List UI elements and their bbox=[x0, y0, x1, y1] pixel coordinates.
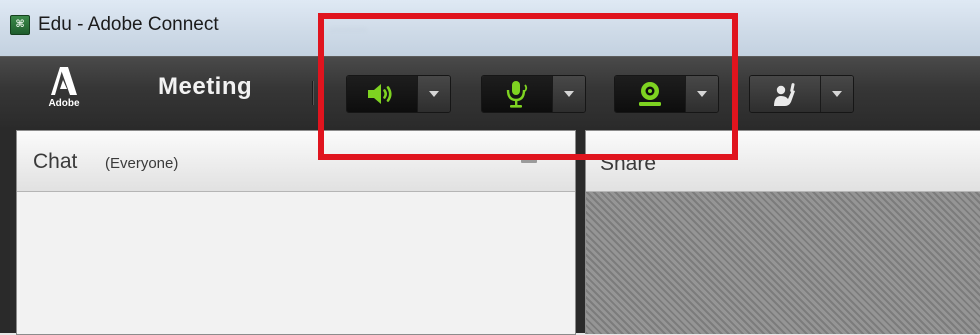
status-control bbox=[749, 75, 854, 113]
meeting-menu[interactable]: Meeting bbox=[158, 73, 252, 101]
chat-pod-title: Chat bbox=[33, 150, 78, 173]
adobe-logo-icon bbox=[51, 67, 77, 95]
raise-hand-icon bbox=[774, 83, 795, 106]
share-pod: Share bbox=[585, 130, 980, 334]
toolbar-separator bbox=[312, 81, 313, 105]
chat-message-area bbox=[17, 192, 575, 334]
adobe-logo: Adobe bbox=[40, 67, 88, 117]
chevron-down-icon bbox=[832, 91, 842, 97]
share-content-area bbox=[586, 192, 980, 334]
chat-pod: Chat (Everyone) bbox=[16, 130, 576, 335]
status-dropdown-button[interactable] bbox=[820, 76, 853, 112]
highlight-box bbox=[318, 13, 738, 160]
raise-hand-button[interactable] bbox=[750, 76, 821, 112]
chat-recipient-scope[interactable]: (Everyone) bbox=[105, 155, 178, 172]
window-title: Edu - Adobe Connect bbox=[38, 14, 219, 35]
adobe-connect-app-icon: ⌘ bbox=[10, 15, 30, 35]
adobe-logo-text: Adobe bbox=[48, 98, 80, 109]
